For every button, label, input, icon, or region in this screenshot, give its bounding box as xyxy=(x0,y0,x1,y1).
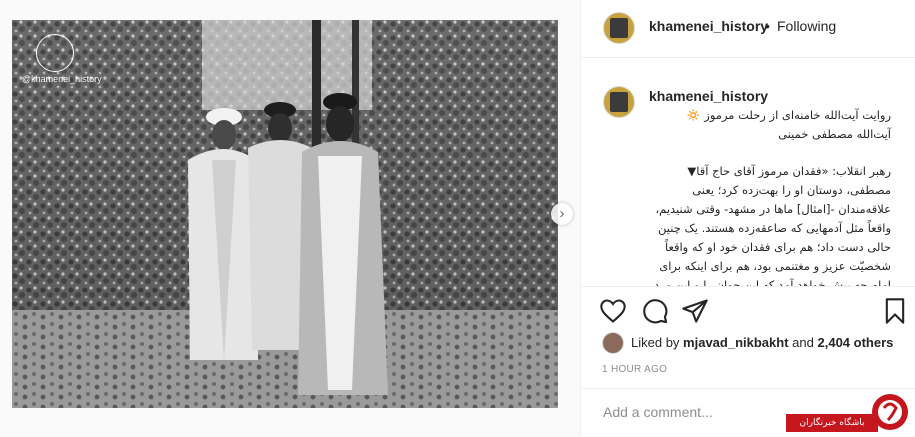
comment-icon[interactable] xyxy=(641,297,669,325)
post-photo[interactable]: @khamenei_history xyxy=(12,20,558,408)
caption-text: روایت آیت‌الله خامنه‌ای از رحلت مرموز 🔅 آ… xyxy=(641,106,891,286)
bookmark-icon[interactable] xyxy=(881,297,909,325)
caption-avatar[interactable] xyxy=(603,86,635,118)
liked-by-label: Liked by xyxy=(631,335,680,350)
caption-line-1: روایت آیت‌الله خامنه‌ای از رحلت مرموز 🔅 xyxy=(686,108,891,122)
likes-and-label: and xyxy=(792,335,814,350)
post-sidebar: khamenei_history • Following khamenei_hi… xyxy=(580,0,915,436)
post-media: @khamenei_history › xyxy=(0,0,580,436)
post-header: khamenei_history • Following xyxy=(581,0,915,58)
share-icon[interactable] xyxy=(681,297,709,325)
liker-avatar[interactable] xyxy=(602,332,624,354)
avatar[interactable] xyxy=(603,12,635,44)
chevron-right-icon[interactable]: › xyxy=(551,203,573,225)
watermark-text: @khamenei_history xyxy=(22,74,102,84)
caption-username[interactable]: khamenei_history xyxy=(649,88,768,104)
news-agency-badge: باشگاه خبرنگاران xyxy=(778,380,912,436)
separator-dot: • xyxy=(765,18,770,34)
post-timestamp[interactable]: 1 HOUR AGO xyxy=(602,364,667,375)
watermark-logo-icon xyxy=(36,34,74,72)
news-agency-label: باشگاه خبرنگاران xyxy=(786,414,878,432)
header-username[interactable]: khamenei_history xyxy=(649,18,768,34)
instagram-post: @khamenei_history › khamenei_history • F… xyxy=(0,0,915,436)
likes-text: Liked by mjavad_nikbakht and 2,404 other… xyxy=(631,335,893,350)
likes-row: Liked by mjavad_nikbakht and 2,404 other… xyxy=(581,330,915,356)
caption-body: رهبر انقلاب: «فقدان مرموز آقای حاج آقا▼ … xyxy=(653,164,891,286)
likes-others-link[interactable]: 2,404 others xyxy=(818,335,894,350)
caption-line-2: آیت‌الله مصطفی خمینی xyxy=(778,127,891,141)
caption-area: khamenei_history روایت آیت‌الله خامنه‌ای… xyxy=(581,58,915,286)
heart-icon[interactable] xyxy=(599,297,627,325)
liker-username[interactable]: mjavad_nikbakht xyxy=(683,335,789,350)
following-button[interactable]: Following xyxy=(777,18,836,34)
